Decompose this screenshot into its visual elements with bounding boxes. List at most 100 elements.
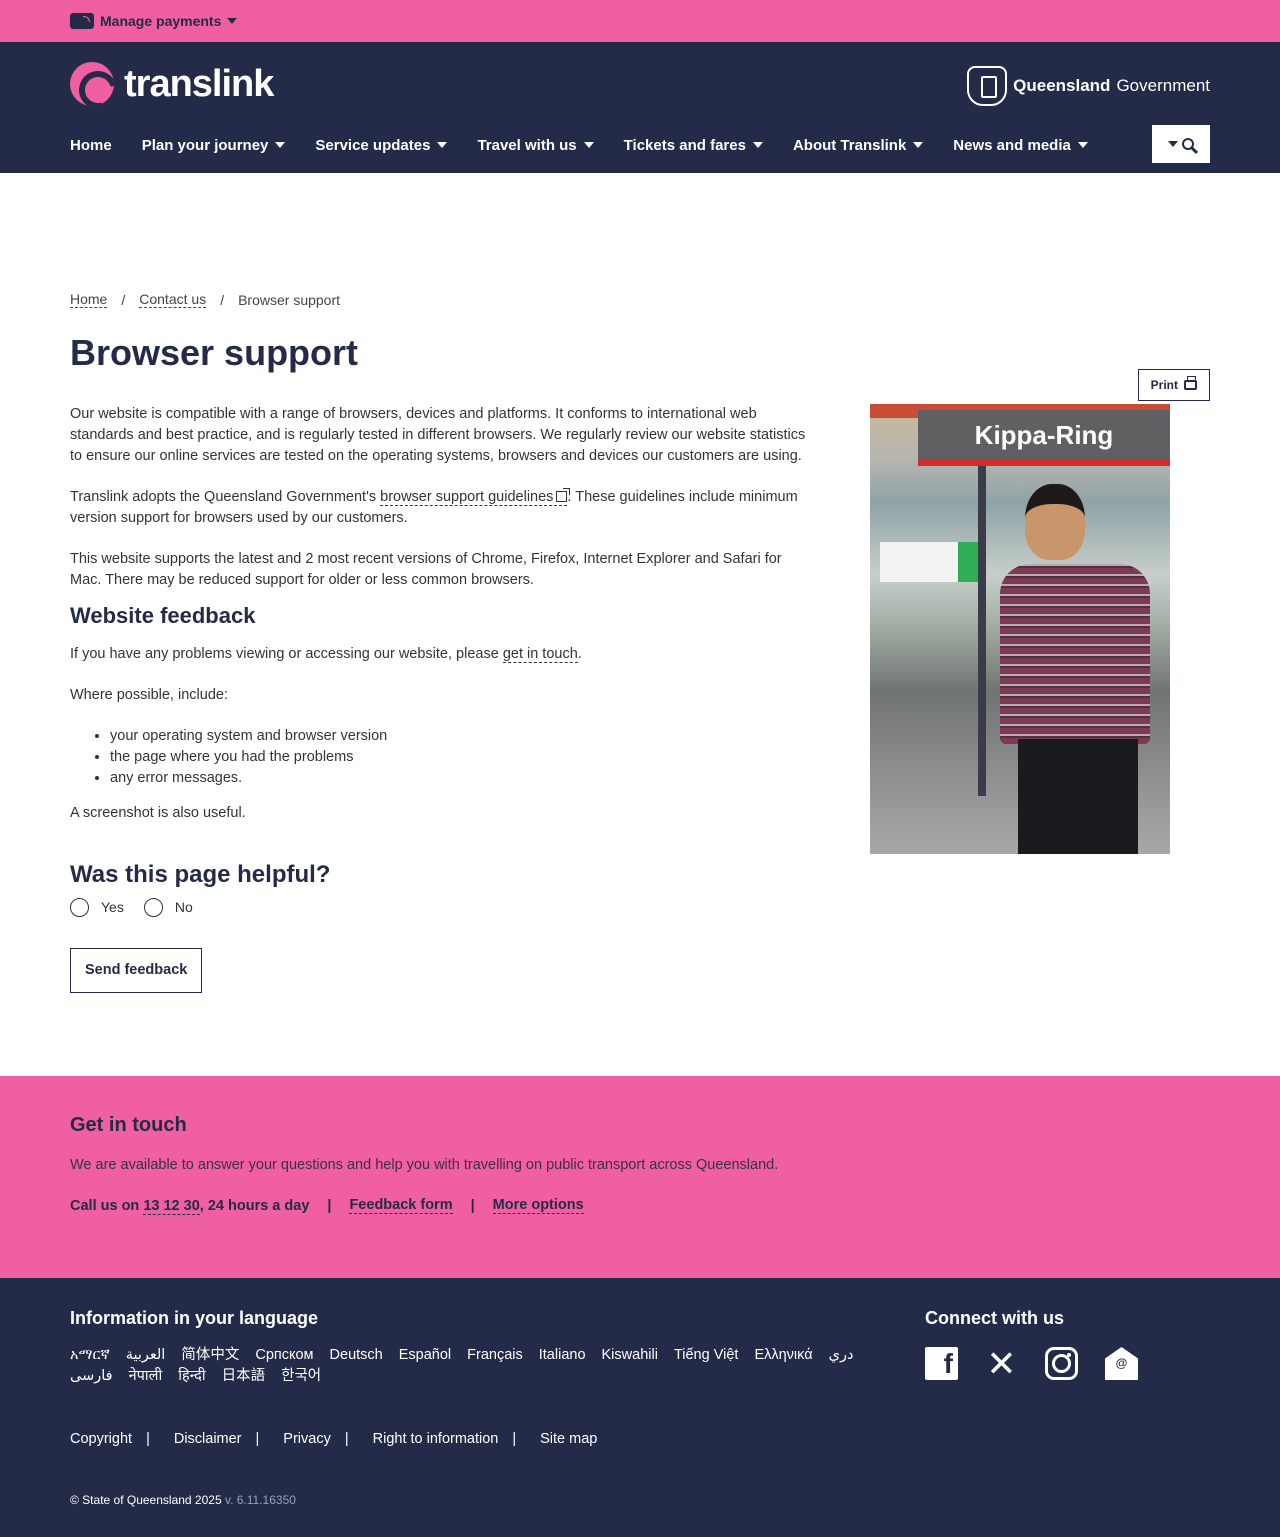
person-with-phone	[1000, 484, 1150, 854]
breadcrumb-current: Browser support	[238, 291, 341, 308]
language-link[interactable]: Kiswahili	[602, 1347, 658, 1364]
text: .	[577, 646, 582, 662]
radio-label: No	[174, 899, 193, 915]
instagram-icon[interactable]	[1045, 1347, 1078, 1380]
main-content: Home / Contact us / Browser support Brow…	[0, 173, 1280, 1076]
list-item: any error messages.	[110, 768, 810, 789]
email-icon[interactable]: @	[1105, 1347, 1138, 1380]
contact-links: Call us on 13 12 30, 24 hours a day | Fe…	[70, 1197, 1210, 1215]
phone-link[interactable]: 13 12 30	[143, 1197, 200, 1215]
intro-paragraph: Our website is compatible with a range o…	[70, 406, 806, 464]
print-button[interactable]: Print	[1137, 369, 1210, 401]
chevron-down-icon	[227, 18, 238, 24]
page-title: Browser support	[70, 332, 359, 373]
nav-home[interactable]: Home	[70, 134, 112, 156]
feedback-form-link[interactable]: Feedback form	[349, 1197, 453, 1214]
head	[1025, 484, 1085, 560]
helpful-yes-radio[interactable]: Yes	[70, 897, 124, 918]
separator: |	[470, 1197, 475, 1214]
language-link[interactable]: 日本語	[222, 1368, 266, 1385]
article-body: Our website is compatible with a range o…	[70, 404, 810, 993]
text: If you have any problems viewing or acce…	[70, 646, 503, 662]
nav-label: Tickets and fares	[623, 136, 746, 154]
copyright-label: © State of Queensland 2025	[70, 1493, 222, 1507]
get-in-touch-text: We are available to answer your question…	[70, 1157, 779, 1173]
language-link[interactable]: دري	[829, 1347, 854, 1364]
copyright-text: © State of Queensland 2025 v. 6.11.16350	[70, 1493, 1210, 1507]
language-link[interactable]: Српском	[255, 1347, 313, 1364]
manage-payments-label: Manage payments	[100, 13, 222, 29]
include-paragraph: Where possible, include:	[70, 687, 228, 703]
connect-heading: Connect with us	[925, 1308, 1064, 1328]
nav-travel-with-us[interactable]: Travel with us	[477, 134, 594, 156]
include-list: your operating system and browser versio…	[110, 726, 810, 789]
breadcrumb-separator: /	[220, 291, 225, 308]
site-map-link[interactable]: Site map	[540, 1431, 597, 1447]
gov-name-rest: Government	[1116, 76, 1210, 95]
language-link[interactable]: Tiếng Việt	[674, 1347, 739, 1364]
helpful-heading: Was this page helpful?	[70, 861, 331, 888]
get-in-touch-heading: Get in touch	[70, 1114, 187, 1136]
more-options-link[interactable]: More options	[492, 1197, 584, 1214]
text: , 24 hours a day	[199, 1197, 310, 1214]
language-link[interactable]: فارسی	[70, 1368, 113, 1385]
translink-logo[interactable]: translink	[70, 62, 274, 106]
browser-support-guidelines-link[interactable]: browser support guidelines	[380, 488, 571, 506]
breadcrumb-contact-us[interactable]: Contact us	[139, 291, 207, 308]
language-link[interactable]: العربية	[126, 1347, 166, 1364]
nav-service-updates[interactable]: Service updates	[315, 134, 448, 156]
get-in-touch-link[interactable]: get in touch	[502, 646, 578, 663]
breadcrumb: Home / Contact us / Browser support	[70, 291, 1210, 308]
payment-card-icon	[70, 13, 94, 29]
language-heading: Information in your language	[70, 1308, 319, 1328]
version-label: v. 6.11.16350	[224, 1493, 296, 1507]
main-nav: Home Plan your journey Service updates T…	[70, 134, 1118, 156]
breadcrumb-home[interactable]: Home	[70, 291, 108, 308]
helpful-no-radio[interactable]: No	[143, 897, 193, 918]
send-feedback-button[interactable]: Send feedback	[70, 948, 203, 993]
separator: |	[255, 1431, 260, 1447]
nav-plan-your-journey[interactable]: Plan your journey	[142, 134, 286, 156]
language-link[interactable]: Français	[467, 1347, 523, 1364]
language-link[interactable]: हिन्दी	[178, 1368, 205, 1385]
nav-label: About Translink	[792, 136, 907, 154]
language-link[interactable]: Ελληνικά	[754, 1347, 812, 1364]
radio-label: Yes	[101, 899, 124, 915]
guidelines-paragraph: Translink adopts the Queensland Governme…	[70, 487, 810, 529]
chevron-down-icon	[1168, 141, 1178, 147]
privacy-link[interactable]: Privacy	[283, 1431, 331, 1447]
website-feedback-heading: Website feedback	[70, 603, 256, 628]
nav-label: Plan your journey	[141, 136, 269, 154]
station-sign: Kippa-Ring	[918, 410, 1170, 466]
shelter-pole	[978, 466, 986, 796]
breadcrumb-separator: /	[121, 291, 126, 308]
crest-icon	[967, 66, 1008, 106]
disclaimer-link[interactable]: Disclaimer	[174, 1431, 242, 1447]
search-button[interactable]	[1152, 125, 1210, 163]
facebook-icon[interactable]: f	[925, 1347, 958, 1380]
x-icon[interactable]: ✕	[985, 1343, 1018, 1384]
copyright-link[interactable]: Copyright	[70, 1431, 132, 1447]
site-footer: Information in your language አማርኛ العربية…	[0, 1278, 1280, 1537]
chevron-down-icon	[913, 142, 924, 148]
language-link[interactable]: 简体中文	[181, 1347, 239, 1364]
legal-links: Copyright | Disclaimer | Privacy | Right to…	[70, 1431, 1210, 1447]
nav-about-translink[interactable]: About Translink	[792, 134, 924, 156]
translink-logo-icon	[70, 62, 114, 106]
language-link[interactable]: Italiano	[539, 1347, 586, 1364]
radio-circle	[70, 898, 89, 917]
nav-label: Service updates	[315, 136, 431, 154]
language-link[interactable]: Español	[399, 1347, 451, 1364]
language-link[interactable]: नेपाली	[129, 1368, 163, 1385]
text: Call us on	[70, 1197, 144, 1214]
top-bar: Manage payments	[0, 0, 1280, 42]
separator: |	[146, 1431, 150, 1447]
queensland-government-logo[interactable]: Queensland Government	[967, 66, 1210, 106]
nav-tickets-and-fares[interactable]: Tickets and fares	[624, 134, 763, 156]
manage-payments-menu[interactable]: Manage payments	[70, 13, 238, 29]
right-to-information-link[interactable]: Right to information	[373, 1431, 499, 1447]
language-link[interactable]: Deutsch	[330, 1347, 383, 1364]
language-link[interactable]: 한국어	[281, 1368, 321, 1385]
nav-news-and-media[interactable]: News and media	[953, 134, 1088, 156]
language-link[interactable]: አማርኛ	[70, 1347, 110, 1364]
